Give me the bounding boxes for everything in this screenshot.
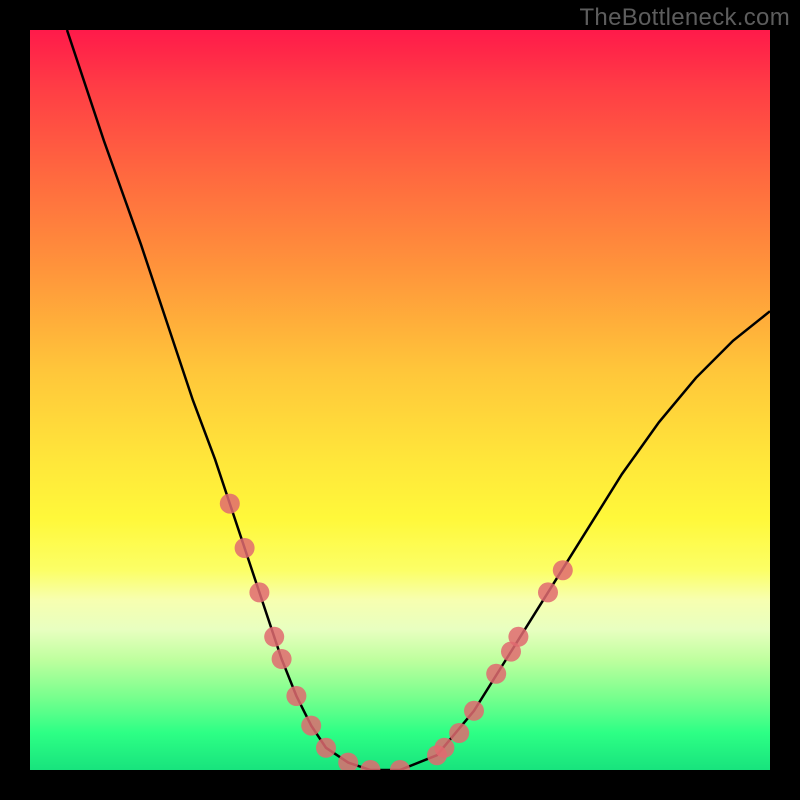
data-marker — [486, 664, 506, 684]
data-marker — [390, 760, 410, 770]
data-marker — [338, 753, 358, 770]
data-marker — [508, 627, 528, 647]
data-marker — [434, 738, 454, 758]
curve-svg — [30, 30, 770, 770]
chart-frame: TheBottleneck.com — [0, 0, 800, 800]
watermark-text: TheBottleneck.com — [579, 4, 790, 32]
data-marker — [301, 716, 321, 736]
curve-layer — [67, 30, 770, 770]
data-marker — [286, 686, 306, 706]
marker-layer — [220, 494, 573, 770]
data-marker — [553, 560, 573, 580]
data-marker — [464, 701, 484, 721]
data-marker — [235, 538, 255, 558]
data-marker — [249, 582, 269, 602]
data-marker — [272, 649, 292, 669]
data-marker — [538, 582, 558, 602]
data-marker — [220, 494, 240, 514]
data-marker — [360, 760, 380, 770]
plot-area — [30, 30, 770, 770]
data-marker — [449, 723, 469, 743]
data-marker — [316, 738, 336, 758]
bottleneck-curve — [67, 30, 770, 770]
data-marker — [264, 627, 284, 647]
